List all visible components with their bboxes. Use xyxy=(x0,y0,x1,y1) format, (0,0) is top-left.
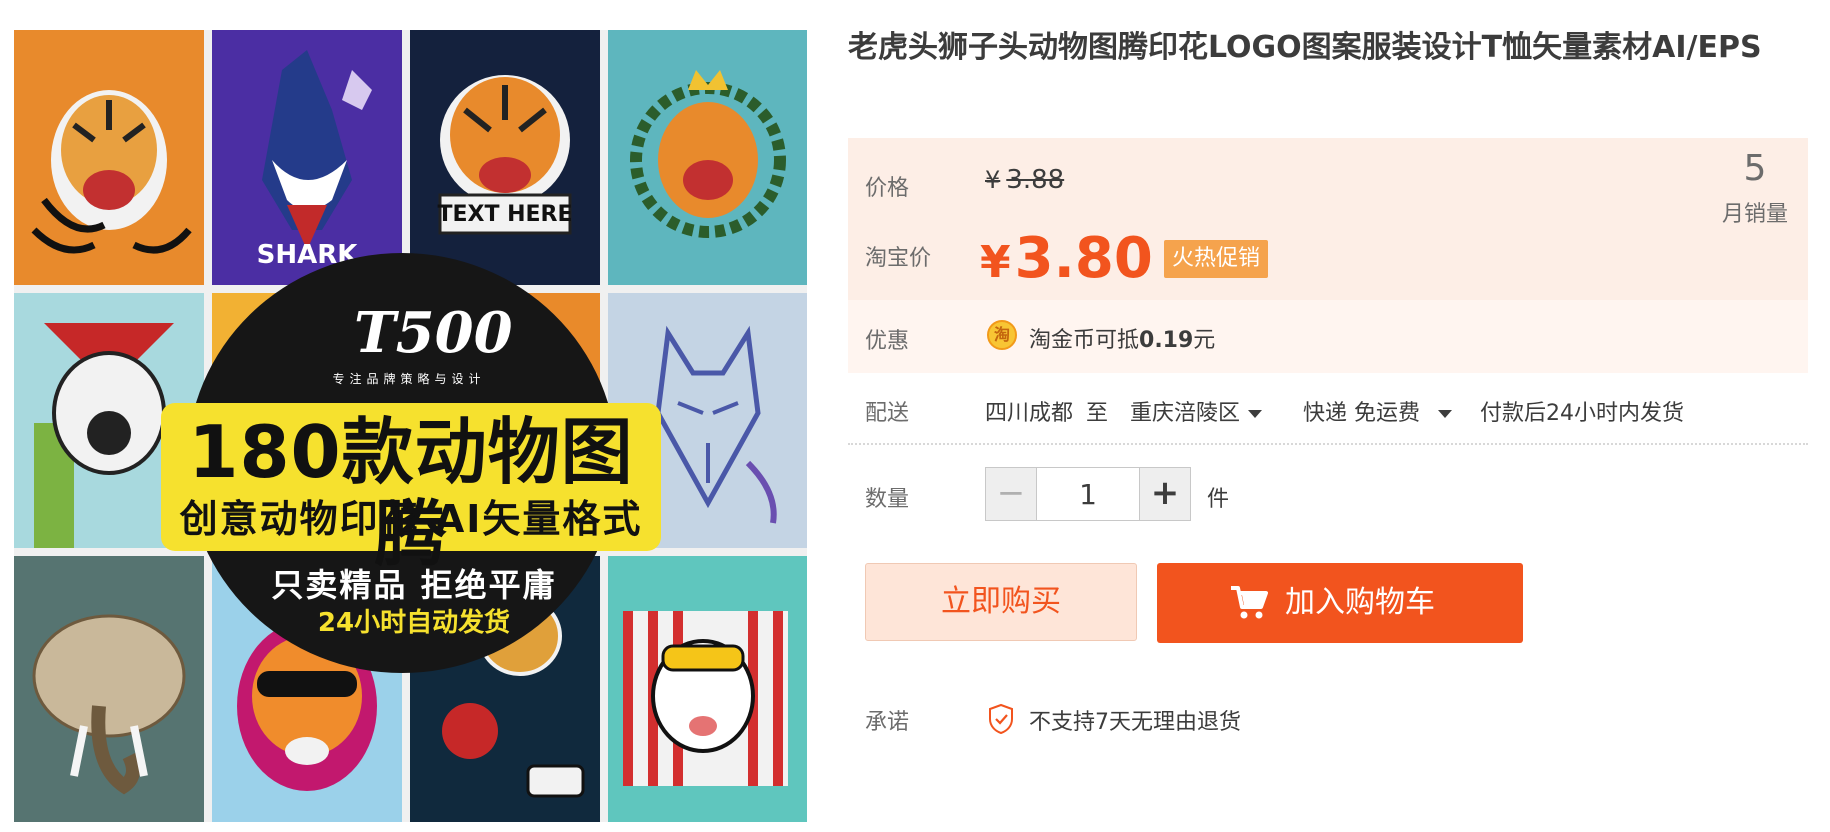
monthly-sales-label: 月销量 xyxy=(1721,202,1788,227)
coin-discount-amount: 0.19 xyxy=(1139,328,1194,353)
tile-shark: SHARK xyxy=(212,30,402,285)
tiger-illustration xyxy=(31,90,192,254)
current-price: ¥3.80 xyxy=(980,226,1153,291)
monthly-sales-count: 5 xyxy=(1743,148,1767,189)
return-policy-text: 不支持7天无理由退货 xyxy=(1029,710,1241,735)
quantity-unit: 件 xyxy=(1207,487,1230,512)
product-image[interactable]: SHARK TEXT HERE T500 专注品牌策略与设计 180款动物图腾 … xyxy=(14,30,807,822)
hot-promo-badge: 火热促销 xyxy=(1164,240,1269,278)
quantity-input[interactable] xyxy=(1037,467,1139,521)
elephant-illustration xyxy=(32,614,186,795)
dispatch-time: 付款后24小时内发货 xyxy=(1480,401,1684,426)
tiger-badge-illustration xyxy=(438,75,572,235)
cart-icon xyxy=(1231,586,1268,619)
original-price: ¥3.88 xyxy=(985,165,1064,195)
tile-dog-summer xyxy=(608,556,807,822)
quantity-decrease-button[interactable]: − xyxy=(985,467,1037,521)
original-price-value: 3.88 xyxy=(1006,165,1065,195)
ship-origin: 四川成都 xyxy=(985,401,1074,426)
tiger-crown-illustration xyxy=(630,70,786,238)
current-price-value: 3.80 xyxy=(1014,226,1153,291)
shield-check-icon xyxy=(989,703,1013,735)
banner-headline: 180款动物图腾 xyxy=(188,410,634,576)
buy-now-button[interactable]: 立即购买 xyxy=(865,563,1137,641)
ship-to-word: 至 xyxy=(1086,401,1109,426)
taobao-price-label: 淘宝价 xyxy=(865,246,932,271)
banner-delivery: 24小时自动发货 xyxy=(317,608,511,638)
chevron-down-icon xyxy=(1438,410,1452,418)
shipping-method-text: 快递 免运费 xyxy=(1303,401,1420,426)
ship-from: 四川成都 至 xyxy=(985,395,1108,427)
promo-label: 优惠 xyxy=(865,329,910,354)
brand-tagline: 专注品牌策略与设计 xyxy=(332,372,486,386)
chevron-down-icon xyxy=(1248,410,1263,418)
divider xyxy=(848,443,1808,445)
tile-tiger-orange xyxy=(14,30,204,285)
add-to-cart-label: 加入购物车 xyxy=(1285,585,1435,620)
banner-slogan: 只卖精品 拒绝平庸 xyxy=(271,566,557,604)
banner-subline: 创意动物印花 AI矢量格式 xyxy=(179,497,643,541)
destination-selector[interactable]: 重庆涪陵区 xyxy=(1130,395,1263,427)
taobao-coin-icon: 淘 xyxy=(987,320,1017,350)
shipping-method-selector[interactable]: 快递 免运费 xyxy=(1303,395,1452,427)
coin-discount-prefix: 淘金币可抵 xyxy=(1029,328,1140,353)
promo-banner: 180款动物图腾 创意动物印花 AI矢量格式 xyxy=(161,403,661,575)
coin-discount-unit: 元 xyxy=(1193,328,1216,353)
current-price-currency: ¥ xyxy=(980,237,1011,288)
add-to-cart-button[interactable]: 加入购物车 xyxy=(1157,563,1523,643)
coin-discount-text: 淘金币可抵0.19元 xyxy=(1029,322,1215,354)
price-label: 价格 xyxy=(865,176,910,201)
original-price-currency: ¥ xyxy=(985,166,1001,194)
dog-summer-illustration xyxy=(623,611,788,786)
quantity-increase-button[interactable]: + xyxy=(1139,467,1191,521)
shipping-label: 配送 xyxy=(865,401,910,426)
tile-tiger-navy: TEXT HERE xyxy=(410,30,600,285)
product-title: 老虎头狮子头动物图腾印花LOGO图案服装设计T恤矢量素材AI/EPS xyxy=(848,30,1762,65)
promise-label: 承诺 xyxy=(865,710,910,735)
brand-logo: T500 xyxy=(354,300,513,366)
text-here-caption: TEXT HERE xyxy=(437,202,573,227)
destination-text: 重庆涪陵区 xyxy=(1130,401,1241,426)
quantity-label: 数量 xyxy=(865,487,910,512)
tile-tiger-crown xyxy=(608,30,807,285)
tile-elephant xyxy=(14,556,204,822)
